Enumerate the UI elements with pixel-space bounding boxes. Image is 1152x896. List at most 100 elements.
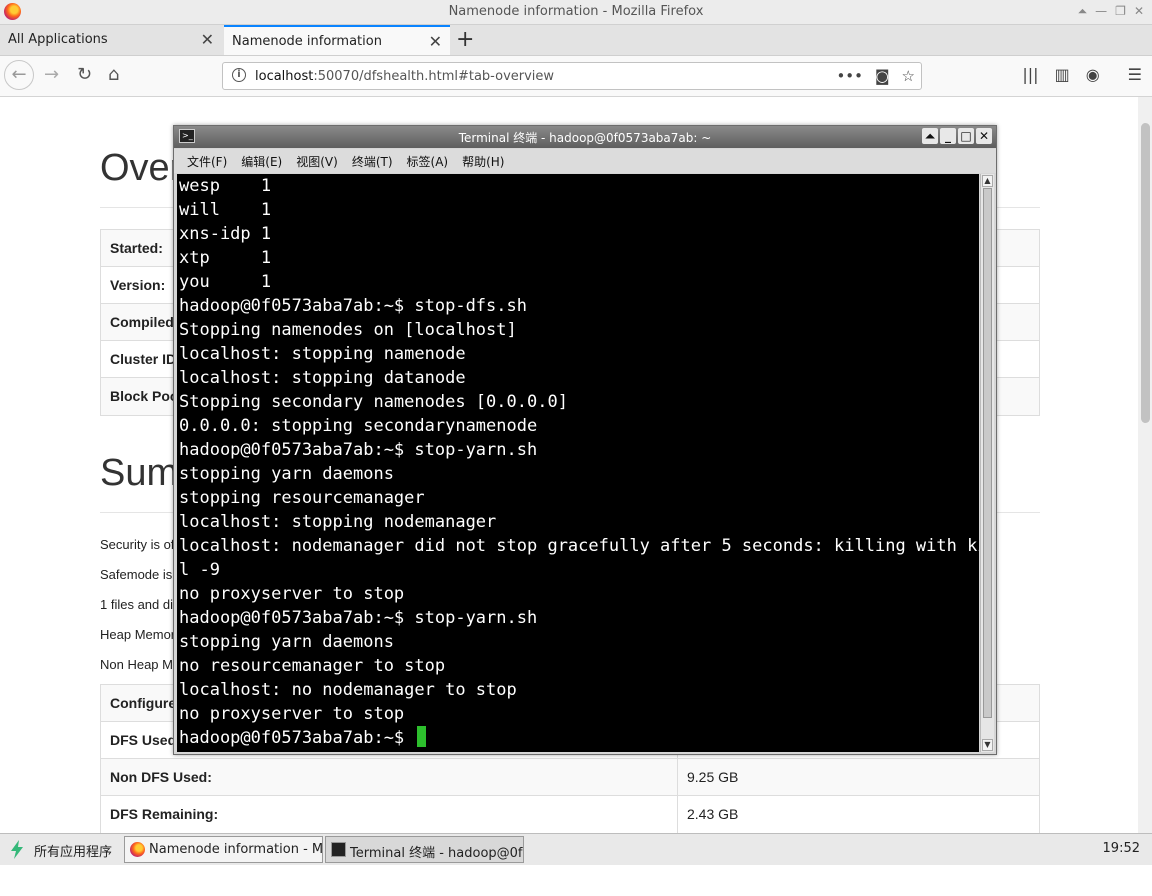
scrollbar-thumb[interactable] — [1141, 123, 1150, 423]
shade-icon[interactable]: ⏶ — [922, 128, 938, 144]
menu-tabs[interactable]: 标签(A) — [407, 153, 449, 170]
menu-edit[interactable]: 编辑(E) — [241, 153, 282, 170]
home-icon[interactable]: ⌂ — [108, 64, 119, 85]
terminal-title: Terminal 终端 - hadoop@0f0573aba7ab: ~ — [458, 131, 712, 145]
terminal-line: localhost: stopping namenode — [179, 344, 466, 364]
terminal-output: wesp 1 will 1 xns-idp 1 xtp 1 you 1 hadoop@0f… — [179, 174, 979, 750]
row-value: 2.43 GB — [687, 806, 739, 822]
close-tab-icon[interactable]: ✕ — [429, 32, 442, 51]
page-scrollbar[interactable] — [1138, 97, 1152, 833]
window-title: Namenode information - Mozilla Firefox — [448, 4, 704, 19]
tab-label: Namenode information — [232, 34, 382, 49]
terminal-line: wesp 1 — [179, 176, 272, 196]
taskbar-item-firefox[interactable]: Namenode information - M… — [124, 836, 323, 863]
terminal-line: hadoop@0f0573aba7ab:~$ stop-yarn.sh — [179, 608, 538, 628]
navigation-toolbar: ← → ↻ ⌂ i localhost:50070/dfshealth.html… — [0, 56, 1152, 97]
bottom-strip — [0, 865, 1152, 896]
terminal-line: no proxyserver to stop — [179, 704, 405, 724]
start-menu-label[interactable]: 所有应用程序 — [34, 841, 112, 860]
terminal-prompt: hadoop@0f0573aba7ab:~$ — [179, 728, 415, 748]
scroll-down-icon[interactable]: ▼ — [982, 739, 993, 751]
row-key: Cluster ID: — [110, 351, 181, 367]
back-arrow-icon[interactable]: ← — [4, 60, 34, 90]
task-label: Terminal 终端 - hadoop@0f… — [350, 846, 524, 861]
terminal-line: will 1 — [179, 200, 272, 220]
terminal-titlebar[interactable]: >_ Terminal 终端 - hadoop@0f0573aba7ab: ~ … — [174, 126, 996, 148]
terminal-line: localhost: stopping nodemanager — [179, 512, 497, 532]
pocket-icon[interactable]: ◙ — [875, 67, 890, 85]
terminal-line: hadoop@0f0573aba7ab:~$ stop-yarn.sh — [179, 440, 538, 460]
terminal-window-controls: ⏶ _ □ ✕ — [922, 128, 992, 144]
shade-icon[interactable]: ⏶ — [1078, 4, 1088, 19]
terminal-line: hadoop@0f0573aba7ab:~$ stop-dfs.sh — [179, 296, 527, 316]
menu-terminal[interactable]: 终端(T) — [352, 153, 393, 170]
toolbar-right: ||| ▥ ◉ ☰ — [1022, 65, 1142, 84]
terminal-screen[interactable]: wesp 1 will 1 xns-idp 1 xtp 1 you 1 hadoop@0f… — [177, 174, 979, 752]
summary-line: Security is off. — [100, 537, 182, 552]
minimize-icon[interactable]: _ — [940, 128, 956, 144]
terminal-line: localhost: no nodemanager to stop — [179, 680, 517, 700]
forward-arrow-icon[interactable]: → — [44, 64, 59, 85]
terminal-line: 0.0.0.0: stopping secondarynamenode — [179, 416, 538, 436]
window-controls: ⏶ — ❐ ✕ — [1078, 4, 1144, 19]
row-key: DFS Used: — [110, 732, 181, 748]
firefox-titlebar: Namenode information - Mozilla Firefox ⏶… — [0, 0, 1152, 25]
menu-icon[interactable]: ☰ — [1128, 65, 1142, 84]
close-icon[interactable]: ✕ — [976, 128, 992, 144]
url-text[interactable]: localhost:50070/dfshealth.html#tab-overv… — [255, 69, 554, 84]
close-icon[interactable]: ✕ — [1134, 4, 1144, 19]
terminal-line: l -9 — [179, 560, 220, 580]
terminal-line: stopping resourcemanager — [179, 488, 425, 508]
terminal-cursor — [417, 726, 427, 747]
terminal-icon — [331, 842, 346, 857]
close-tab-icon[interactable]: ✕ — [201, 30, 214, 49]
sidebar-icon[interactable]: ▥ — [1055, 65, 1070, 84]
firefox-icon — [130, 842, 145, 857]
taskbar: 所有应用程序 Namenode information - M… Termina… — [0, 833, 1152, 865]
url-actions: ••• ◙ ☆ — [836, 67, 915, 85]
tab-namenode-information[interactable]: Namenode information ✕ — [224, 25, 450, 55]
bookmark-star-icon[interactable]: ☆ — [902, 67, 915, 85]
maximize-icon[interactable]: ❐ — [1115, 4, 1126, 19]
row-key: Compiled: — [110, 314, 179, 330]
terminal-line: localhost: stopping datanode — [179, 368, 466, 388]
terminal-line: no resourcemanager to stop — [179, 656, 446, 676]
library-icon[interactable]: ||| — [1022, 65, 1038, 84]
row-key: Non DFS Used: — [110, 769, 212, 785]
terminal-line: stopping yarn daemons — [179, 632, 394, 652]
terminal-menubar: 文件(F) 编辑(E) 视图(V) 终端(T) 标签(A) 帮助(H) — [174, 149, 996, 173]
maximize-icon[interactable]: □ — [958, 128, 974, 144]
row-key: Version: — [110, 277, 166, 293]
table-row: Non DFS Used: 9.25 GB — [101, 759, 1039, 796]
menu-view[interactable]: 视图(V) — [296, 153, 338, 170]
taskbar-item-terminal[interactable]: Terminal 终端 - hadoop@0f… — [325, 836, 524, 863]
tab-label: All Applications — [8, 32, 108, 47]
scrollbar-thumb[interactable] — [983, 188, 992, 718]
start-menu-icon[interactable] — [10, 840, 24, 859]
terminal-line: Stopping namenodes on [localhost] — [179, 320, 517, 340]
new-tab-icon[interactable]: + — [456, 27, 474, 52]
terminal-line: you 1 — [179, 272, 272, 292]
terminal-line: stopping yarn daemons — [179, 464, 394, 484]
scroll-up-icon[interactable]: ▲ — [982, 175, 993, 187]
terminal-line: no proxyserver to stop — [179, 584, 405, 604]
tab-all-applications[interactable]: All Applications ✕ — [0, 25, 222, 55]
terminal-line: xtp 1 — [179, 248, 272, 268]
terminal-line: localhost: nodemanager did not stop grac… — [179, 536, 979, 556]
terminal-window[interactable]: >_ Terminal 终端 - hadoop@0f0573aba7ab: ~ … — [173, 125, 997, 755]
clock: 19:52 — [1102, 841, 1140, 856]
reload-icon[interactable]: ↻ — [77, 64, 92, 85]
page-actions-icon[interactable]: ••• — [836, 67, 863, 85]
url-host: localhost — [255, 69, 314, 84]
site-info-icon[interactable]: i — [232, 68, 246, 82]
account-icon[interactable]: ◉ — [1086, 65, 1100, 84]
row-value: 9.25 GB — [687, 769, 739, 785]
terminal-scrollbar[interactable]: ▲ ▼ — [980, 174, 994, 752]
url-bar[interactable]: i localhost:50070/dfshealth.html#tab-ove… — [222, 62, 922, 90]
row-key: Started: — [110, 240, 163, 256]
minimize-icon[interactable]: — — [1095, 4, 1107, 19]
menu-help[interactable]: 帮助(H) — [462, 153, 504, 170]
terminal-prompt-line: hadoop@0f0573aba7ab:~$ — [179, 726, 979, 750]
terminal-line: xns-idp 1 — [179, 224, 272, 244]
menu-file[interactable]: 文件(F) — [187, 153, 227, 170]
